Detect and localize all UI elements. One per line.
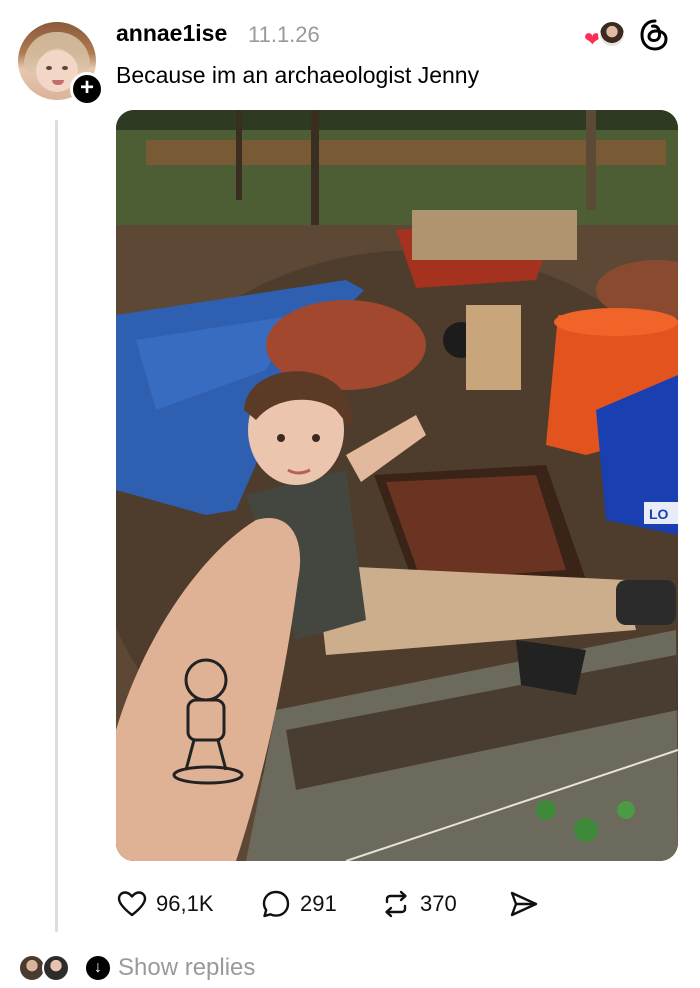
- author-username[interactable]: annae1ise: [116, 20, 227, 47]
- heart-outline-icon: [117, 891, 147, 917]
- thread-line: [55, 120, 58, 932]
- thread-post: + annae1ise 11.1.26 Because im an archae…: [0, 0, 700, 988]
- post-timestamp: 11.1.26: [248, 22, 320, 47]
- repost-count: 370: [420, 891, 457, 916]
- send-icon: [510, 891, 538, 917]
- share-button[interactable]: [508, 884, 540, 924]
- liker-avatar: [598, 20, 626, 48]
- repost-button[interactable]: 370: [380, 884, 457, 924]
- post-photo[interactable]: LO: [116, 110, 678, 861]
- liked-by-indicator[interactable]: ❤: [584, 18, 628, 52]
- author-avatar-container[interactable]: +: [18, 22, 104, 106]
- repost-icon: [385, 890, 407, 918]
- action-bar: 96,1K 291 370: [116, 884, 676, 924]
- show-replies-link[interactable]: Show replies: [118, 954, 255, 982]
- threads-logo-icon[interactable]: [638, 18, 672, 52]
- post-text: Because im an archaeologist Jenny: [116, 62, 480, 88]
- like-button[interactable]: 96,1K: [116, 884, 214, 924]
- comment-button[interactable]: 291: [260, 884, 337, 924]
- like-count: 96,1K: [156, 891, 214, 916]
- replies-row[interactable]: ↓ Show replies: [18, 952, 418, 984]
- comment-count: 291: [300, 891, 337, 916]
- replier-avatar: [42, 954, 70, 982]
- bucket-label: LO: [649, 506, 669, 522]
- comment-bubble-icon: [262, 890, 290, 918]
- follow-plus-icon[interactable]: +: [70, 72, 104, 106]
- arrow-down-icon: ↓: [84, 954, 112, 982]
